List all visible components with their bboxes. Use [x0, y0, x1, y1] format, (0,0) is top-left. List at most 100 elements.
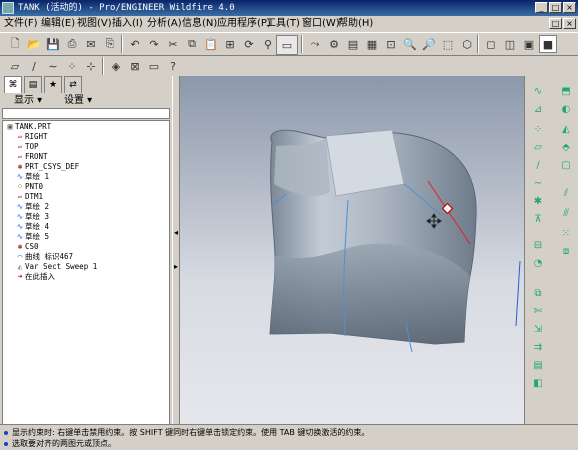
hole-tool-icon[interactable]: ⊟ [529, 238, 547, 254]
window-icon[interactable]: ▭ [145, 57, 163, 75]
solidify-tool-icon[interactable]: ◧ [529, 376, 547, 392]
tree-item-sketch-3[interactable]: ∿ 草绘 3 [15, 212, 49, 222]
favorites-tab-icon[interactable]: ★ [44, 76, 62, 93]
cut-icon[interactable]: ✂ [164, 35, 182, 53]
menu-file[interactable]: 文件(F) [4, 17, 38, 31]
copy-icon[interactable]: ⧉ [183, 35, 201, 53]
expand-arrow-icon[interactable]: ▸ [174, 262, 178, 271]
print-icon[interactable]: ⎙ [63, 35, 81, 53]
redo-icon[interactable]: ↷ [145, 35, 163, 53]
collapse-arrow-icon[interactable]: ◂ [174, 228, 178, 237]
plane-tool-icon[interactable]: ⊿ [529, 102, 547, 118]
datum-plane-right-icon[interactable]: ▱ [529, 140, 547, 156]
new-file-icon[interactable]: 🗋 [6, 35, 24, 53]
menu-edit[interactable]: 编辑(E) [41, 17, 75, 31]
rib-tool-icon[interactable]: ⫽ [557, 186, 575, 202]
no-hidden-icon[interactable]: ▣ [520, 35, 538, 53]
reorient-icon[interactable]: ⬚ [439, 35, 457, 53]
minimize-button[interactable]: _ [535, 2, 548, 13]
pattern-tool-icon[interactable]: ⁙ [557, 226, 575, 242]
spin-center-icon[interactable]: ⤳ [306, 35, 324, 53]
email-icon[interactable]: ✉ [82, 35, 100, 53]
shell-tool-icon[interactable]: ▢ [557, 158, 575, 174]
refit-icon[interactable]: ⊡ [382, 35, 400, 53]
saved-views-icon[interactable]: ⬡ [458, 35, 476, 53]
tree-item-right[interactable]: ▱ RIGHT [15, 132, 48, 142]
settings-menu-button[interactable]: 设置 ▾ [64, 94, 92, 107]
tree-item-sketch-2[interactable]: ∿ 草绘 2 [15, 202, 49, 212]
mirror-tool-icon[interactable]: ⧈ [557, 244, 575, 260]
tree-item-sketch-5[interactable]: ∿ 草绘 5 [15, 232, 49, 242]
merge-tool-icon[interactable]: ⧉ [529, 286, 547, 302]
tree-item-prt-csys-def[interactable]: ✱ PRT_CSYS_DEF [15, 162, 80, 172]
curve-tool-icon[interactable]: ∼ [529, 176, 547, 192]
sketch-tool-icon[interactable]: ∿ [529, 84, 547, 100]
extrude-tool-icon[interactable]: ⬒ [557, 84, 575, 100]
show-menu-button[interactable]: 显示 ▾ [14, 94, 42, 107]
blend-tool-icon[interactable]: ⬘ [557, 140, 575, 156]
folder-browser-tab-icon[interactable]: ▤ [24, 76, 42, 93]
context-help-icon[interactable]: ? [164, 57, 182, 75]
connections-tab-icon[interactable]: ⇄ [64, 76, 82, 93]
extend-tool-icon[interactable]: ⇲ [529, 322, 547, 338]
tree-item-cs0[interactable]: ✱ CS0 [15, 242, 39, 252]
menu-help[interactable]: 帮助(H) [338, 17, 373, 31]
zoom-in-icon[interactable]: 🔍 [401, 35, 419, 53]
selection-filter-dropdown[interactable]: ▭ [276, 35, 298, 55]
draft-tool-icon[interactable]: ⫻ [557, 206, 575, 222]
regenerate-icon[interactable]: ⟳ [240, 35, 258, 53]
find-icon[interactable]: ⚲ [259, 35, 277, 53]
paste-special-icon[interactable]: ⊞ [221, 35, 239, 53]
top-face[interactable] [325, 129, 405, 197]
view-manager-icon[interactable]: ▦ [363, 35, 381, 53]
menu-analysis[interactable]: 分析(A) [147, 17, 182, 31]
paste-icon[interactable]: 📋 [202, 35, 220, 53]
maximize-button[interactable]: □ [549, 2, 562, 13]
analysis-tool-icon[interactable]: ⊼ [529, 212, 547, 228]
coordinate-system-tool-icon[interactable]: ⊹ [82, 57, 100, 75]
thicken-tool-icon[interactable]: ▤ [529, 358, 547, 374]
axis-tool-icon[interactable]: ∕ [529, 158, 547, 174]
tree-item-curve[interactable]: ⌒ 曲线 标识467 [15, 252, 73, 262]
tree-item-dtm1[interactable]: ▱ DTM1 [15, 192, 43, 202]
doc-close-button[interactable]: × [563, 18, 576, 29]
shading-icon[interactable]: ■ [539, 35, 557, 53]
model-display-icon[interactable]: ▤ [344, 35, 362, 53]
menu-applications[interactable]: 应用程序(P) [217, 17, 271, 31]
menu-view[interactable]: 视图(V) [77, 17, 112, 31]
graphics-window[interactable] [180, 76, 524, 424]
save-icon[interactable]: 💾 [44, 35, 62, 53]
close-button[interactable]: × [563, 2, 576, 13]
round-tool-icon[interactable]: ◔ [529, 256, 547, 272]
undo-icon[interactable]: ↶ [126, 35, 144, 53]
point-tool-icon[interactable]: ⁘ [529, 122, 547, 138]
menu-window[interactable]: 窗口(W) [302, 17, 340, 31]
zoom-out-icon[interactable]: 🔎 [420, 35, 438, 53]
menu-insert[interactable]: 插入(I) [112, 17, 143, 31]
analysis-icon[interactable]: ◈ [107, 57, 125, 75]
hidden-line-icon[interactable]: ◫ [501, 35, 519, 53]
close-window-icon[interactable]: ⊠ [126, 57, 144, 75]
csys-tool-icon[interactable]: ✱ [529, 194, 547, 210]
tree-item-var-sect-sweep[interactable]: ◭ Var Sect Sweep 1 [15, 262, 98, 272]
tree-item-top[interactable]: ▱ TOP [15, 142, 39, 152]
wireframe-icon[interactable]: ◻ [482, 35, 500, 53]
datum-display-icon[interactable]: ⚙ [325, 35, 343, 53]
model-tree-tab-icon[interactable]: ⌘ [4, 76, 22, 93]
model-view[interactable] [180, 76, 524, 424]
datum-curve-tool-icon[interactable]: ∼ [44, 57, 62, 75]
datum-point-tool-icon[interactable]: ⁘ [63, 57, 81, 75]
datum-plane-tool-icon[interactable]: ▱ [6, 57, 24, 75]
tree-item-tank-prt[interactable]: ▣ TANK.PRT [5, 122, 52, 132]
tree-item-pnt0[interactable]: ⁘ PNT0 [15, 182, 43, 192]
trim-tool-icon[interactable]: ✄ [529, 304, 547, 320]
sweep-tool-icon[interactable]: ◭ [557, 122, 575, 138]
tree-item-front[interactable]: ▱ FRONT [15, 152, 48, 162]
tree-item-sketch-1[interactable]: ∿ 草绘 1 [15, 172, 49, 182]
tree-item-sketch-4[interactable]: ∿ 草绘 4 [15, 222, 49, 232]
offset-tool-icon[interactable]: ⇉ [529, 340, 547, 356]
menu-info[interactable]: 信息(N) [182, 17, 217, 31]
panel-splitter[interactable]: ◂ ▸ [172, 76, 180, 424]
menu-tools[interactable]: 工具(T) [266, 17, 300, 31]
revolve-tool-icon[interactable]: ◐ [557, 102, 575, 118]
